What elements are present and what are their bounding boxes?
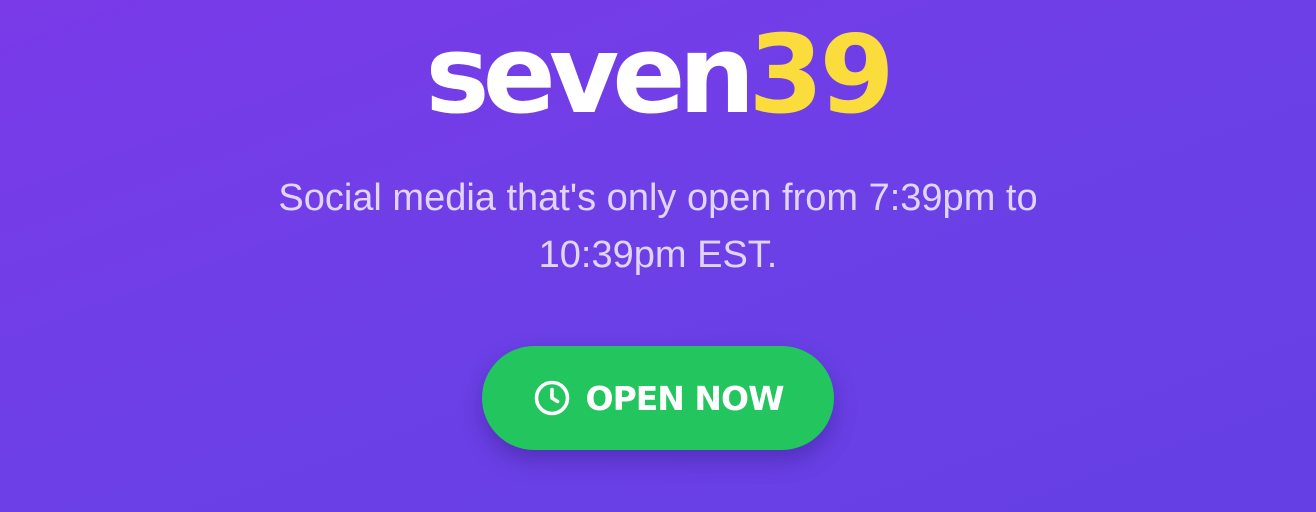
logo-word: seven bbox=[425, 13, 755, 138]
logo-number: 39 bbox=[748, 13, 894, 138]
clock-icon bbox=[533, 379, 571, 417]
hero-section: seven39 Social media that's only open fr… bbox=[0, 0, 1316, 512]
tagline: Social media that's only open from 7:39p… bbox=[278, 177, 1038, 276]
open-now-label: OPEN NOW bbox=[585, 378, 785, 418]
brand-logo: seven39 bbox=[0, 22, 1316, 130]
open-now-button[interactable]: OPEN NOW bbox=[482, 346, 834, 450]
